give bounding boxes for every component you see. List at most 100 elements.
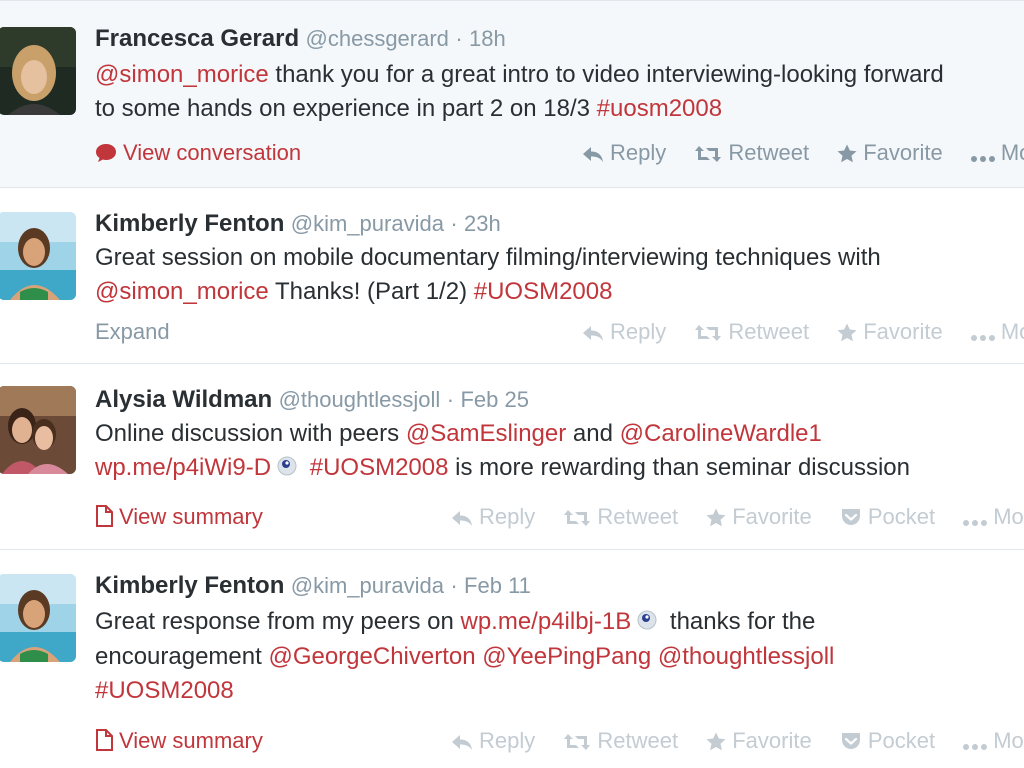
avatar-image (0, 386, 76, 474)
avatar[interactable] (0, 386, 76, 474)
mention-link[interactable]: @SamEslinger (406, 420, 566, 447)
view-summary-label: View summary (119, 728, 263, 753)
ellipsis-icon (963, 727, 988, 761)
mention-link[interactable]: @simon_morice (95, 61, 269, 88)
retweet-icon (694, 139, 722, 173)
tweet-footer: Expand Reply Retweet Favorite More (95, 315, 1024, 349)
pocket-label: Pocket (867, 504, 936, 529)
pocket-label: Pocket (867, 728, 936, 753)
fullname[interactable]: Kimberly Fenton (95, 210, 284, 237)
username[interactable]: @kim_puravida (291, 573, 444, 598)
tweet-text: and (566, 420, 620, 447)
pocket-icon (840, 727, 862, 761)
mention-link[interactable]: @simon_morice (95, 278, 269, 305)
star-icon (837, 318, 857, 352)
retweet-label: Retweet (597, 728, 679, 753)
speech-bubble-icon (95, 139, 117, 173)
more-button[interactable]: More (963, 500, 1024, 537)
favorite-label: Favorite (732, 728, 812, 753)
tweet-header: Kimberly Fenton @kim_puravida · Feb 11 (95, 570, 1024, 601)
fullname[interactable]: Alysia Wildman (95, 386, 272, 413)
mention-link[interactable]: @thoughtlessjoll (658, 643, 834, 670)
tweet-text: is more rewarding than seminar discussio… (448, 454, 910, 481)
username[interactable]: @thoughtlessjoll (279, 387, 441, 412)
view-conversation-label: View conversation (123, 140, 302, 165)
view-summary-link[interactable]: View summary (95, 724, 263, 761)
wordpress-icon[interactable] (277, 452, 297, 486)
tweet-footer: View conversation Reply Retweet Favorite… (95, 136, 1024, 170)
reply-icon (582, 139, 604, 173)
hashtag-link[interactable]: #UOSM2008 (95, 677, 234, 704)
timestamp[interactable]: Feb 11 (464, 573, 531, 598)
tweet-item[interactable]: Kimberly Fenton @kim_puravida · 23h Grea… (0, 188, 1024, 364)
tweet-text: encouragement (95, 643, 269, 670)
favorite-button[interactable]: Favorite (837, 136, 943, 173)
mention-link[interactable]: @YeePingPang (482, 643, 651, 670)
avatar-image (0, 212, 76, 300)
url-link[interactable]: wp.me/p4iWi9-D (95, 454, 271, 481)
reply-icon (582, 318, 604, 352)
separator: · (446, 387, 455, 412)
hashtag-link[interactable]: #UOSM2008 (310, 454, 449, 481)
username[interactable]: @kim_puravida (291, 211, 444, 236)
username[interactable]: @chessgerard (306, 26, 449, 51)
reply-button[interactable]: Reply (582, 315, 666, 352)
url-link[interactable]: wp.me/p4ilbj-1B (460, 608, 631, 635)
fullname[interactable]: Kimberly Fenton (95, 572, 284, 599)
retweet-button[interactable]: Retweet (694, 136, 809, 173)
fullname[interactable]: Francesca Gerard (95, 25, 299, 52)
tweet-text-line: to some hands on experience in part 2 on… (95, 92, 1024, 126)
expand-link[interactable]: Expand (95, 315, 170, 349)
view-conversation-link[interactable]: View conversation (95, 136, 301, 173)
retweet-button[interactable]: Retweet (563, 500, 678, 537)
reply-button[interactable]: Reply (582, 136, 666, 173)
tweet-text: thanks for the (663, 608, 816, 635)
tweet-item[interactable]: Alysia Wildman @thoughtlessjoll · Feb 25… (0, 364, 1024, 550)
favorite-button[interactable]: Favorite (706, 500, 812, 537)
retweet-icon (563, 503, 591, 537)
more-button[interactable]: More (970, 136, 1024, 173)
more-label: More (993, 728, 1024, 753)
retweet-button[interactable]: Retweet (563, 724, 678, 761)
reply-button[interactable]: Reply (451, 500, 535, 537)
timestamp[interactable]: Feb 25 (460, 387, 529, 412)
reply-icon (451, 503, 473, 537)
avatar[interactable] (0, 574, 76, 662)
favorite-label: Favorite (732, 504, 812, 529)
reply-label: Reply (479, 504, 536, 529)
tweet-actions: Reply Retweet Favorite Pocket More (451, 724, 1024, 761)
tweet-header: Alysia Wildman @thoughtlessjoll · Feb 25 (95, 384, 1024, 415)
timestamp[interactable]: 23h (464, 211, 501, 236)
timestamp[interactable]: 18h (469, 26, 506, 51)
tweet-header: Kimberly Fenton @kim_puravida · 23h (95, 208, 1024, 239)
tweet-text: Great session on mobile documentary film… (95, 244, 881, 271)
more-button[interactable]: More (970, 315, 1024, 352)
tweet-item[interactable]: Francesca Gerard @chessgerard · 18h @sim… (0, 0, 1024, 188)
separator: · (450, 211, 458, 236)
tweet-text-line: @simon_morice Thanks! (Part 1/2) #UOSM20… (95, 275, 1024, 309)
wordpress-icon[interactable] (637, 606, 657, 640)
mention-link[interactable]: @CarolineWardle1 (620, 420, 822, 447)
more-button[interactable]: More (963, 724, 1024, 761)
tweet-item[interactable]: Kimberly Fenton @kim_puravida · Feb 11 G… (0, 550, 1024, 768)
favorite-button[interactable]: Favorite (706, 724, 812, 761)
avatar[interactable] (0, 212, 76, 300)
tweet-actions: Reply Retweet Favorite More (582, 136, 1024, 173)
mention-link[interactable]: @GeorgeChiverton (268, 643, 475, 670)
separator: · (450, 573, 458, 598)
pocket-button[interactable]: Pocket (840, 500, 935, 537)
pocket-button[interactable]: Pocket (840, 724, 935, 761)
hashtag-link[interactable]: #UOSM2008 (474, 278, 613, 305)
tweet-text-line: #UOSM2008 (95, 674, 1024, 708)
tweet-text-line: wp.me/p4iWi9-D #UOSM2008 is more rewardi… (95, 451, 1024, 486)
document-icon (95, 503, 113, 537)
tweet-text: to some hands on experience in part 2 on… (95, 95, 597, 122)
avatar[interactable] (0, 27, 76, 115)
avatar-image (0, 27, 76, 115)
favorite-button[interactable]: Favorite (837, 315, 943, 352)
tweet-text-line: Great session on mobile documentary film… (95, 241, 1024, 275)
retweet-button[interactable]: Retweet (694, 315, 809, 352)
view-summary-link[interactable]: View summary (95, 500, 263, 537)
reply-button[interactable]: Reply (451, 724, 535, 761)
hashtag-link[interactable]: #uosm2008 (597, 95, 722, 122)
